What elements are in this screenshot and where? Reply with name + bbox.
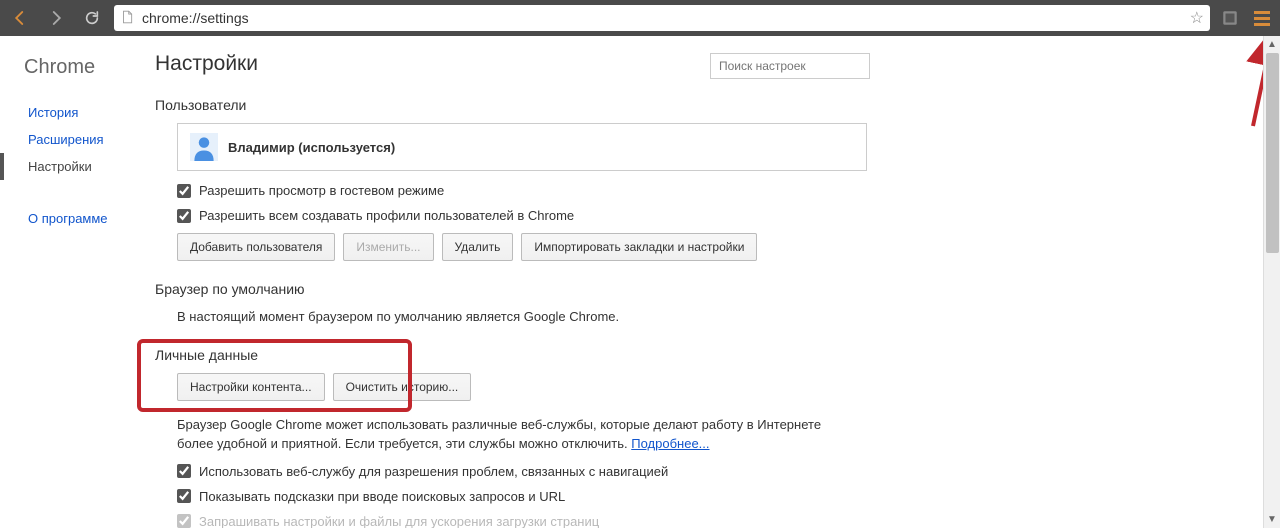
brand-label: Chrome xyxy=(0,56,155,99)
profile-box[interactable]: Владимир (используется) xyxy=(177,123,867,171)
nav-webservice-label: Использовать веб-службу для разрешения п… xyxy=(199,464,668,479)
page-title: Настройки xyxy=(155,52,258,76)
scrollbar-thumb[interactable] xyxy=(1266,53,1279,253)
suggestions-label: Показывать подсказки при вводе поисковых… xyxy=(199,489,565,504)
suggestions-checkbox-row[interactable]: Показывать подсказки при вводе поисковых… xyxy=(177,489,870,504)
scrollbar-up-button[interactable]: ▲ xyxy=(1264,36,1280,53)
add-user-button[interactable]: Добавить пользователя xyxy=(177,233,335,261)
users-title: Пользователи xyxy=(155,97,870,113)
default-browser-title: Браузер по умолчанию xyxy=(155,281,870,297)
prefetch-checkbox[interactable] xyxy=(177,514,191,528)
default-browser-desc: В настоящий момент браузером по умолчани… xyxy=(177,307,870,327)
guest-checkbox-label: Разрешить просмотр в гостевом режиме xyxy=(199,183,444,198)
nav-webservice-checkbox[interactable] xyxy=(177,464,191,478)
avatar-icon xyxy=(190,133,218,161)
suggestions-checkbox[interactable] xyxy=(177,489,191,503)
learn-more-link[interactable]: Подробнее... xyxy=(631,436,709,451)
url-input[interactable] xyxy=(142,10,1190,26)
forward-button[interactable] xyxy=(42,4,70,32)
privacy-title: Личные данные xyxy=(155,347,870,363)
main-panel: Настройки Пользователи Владимир (использ… xyxy=(155,36,1280,528)
page-icon xyxy=(120,10,136,26)
create-profiles-checkbox[interactable] xyxy=(177,209,191,223)
reload-button[interactable] xyxy=(78,4,106,32)
users-section: Пользователи Владимир (используется) Раз… xyxy=(155,97,870,261)
extension-icon[interactable] xyxy=(1218,6,1242,30)
search-settings-input[interactable] xyxy=(710,53,870,79)
sidebar: Chrome История Расширения Настройки О пр… xyxy=(0,36,155,528)
edit-user-button[interactable]: Изменить... xyxy=(343,233,433,261)
privacy-desc: Браузер Google Chrome может использовать… xyxy=(177,415,870,454)
nav-webservice-checkbox-row[interactable]: Использовать веб-службу для разрешения п… xyxy=(177,464,870,479)
bookmark-star-icon[interactable]: ☆ xyxy=(1190,8,1204,28)
create-profiles-checkbox-label: Разрешить всем создавать профили пользов… xyxy=(199,208,574,223)
address-bar[interactable]: ☆ xyxy=(114,5,1210,31)
prefetch-label: Запрашивать настройки и файлы для ускоре… xyxy=(199,514,599,528)
profile-name: Владимир (используется) xyxy=(228,140,395,155)
privacy-section: Личные данные Настройки контента... Очис… xyxy=(155,347,870,528)
create-profiles-checkbox-row[interactable]: Разрешить всем создавать профили пользов… xyxy=(177,208,870,223)
scrollbar-down-button[interactable]: ▼ xyxy=(1264,511,1280,528)
guest-checkbox[interactable] xyxy=(177,184,191,198)
content-area: Chrome История Расширения Настройки О пр… xyxy=(0,36,1280,528)
vertical-scrollbar[interactable]: ▲ ▼ xyxy=(1263,36,1280,528)
clear-history-button[interactable]: Очистить историю... xyxy=(333,373,472,401)
prefetch-checkbox-row[interactable]: Запрашивать настройки и файлы для ускоре… xyxy=(177,514,870,528)
default-browser-section: Браузер по умолчанию В настоящий момент … xyxy=(155,281,870,327)
guest-checkbox-row[interactable]: Разрешить просмотр в гостевом режиме xyxy=(177,183,870,198)
import-bookmarks-button[interactable]: Импортировать закладки и настройки xyxy=(521,233,757,261)
sidebar-item-extensions[interactable]: Расширения xyxy=(0,126,155,153)
sidebar-item-history[interactable]: История xyxy=(0,99,155,126)
back-button[interactable] xyxy=(6,4,34,32)
sidebar-item-settings[interactable]: Настройки xyxy=(0,153,155,180)
delete-user-button[interactable]: Удалить xyxy=(442,233,514,261)
hamburger-menu-icon[interactable] xyxy=(1250,6,1274,30)
browser-toolbar: ☆ xyxy=(0,0,1280,36)
sidebar-item-about[interactable]: О программе xyxy=(0,205,155,232)
content-settings-button[interactable]: Настройки контента... xyxy=(177,373,325,401)
